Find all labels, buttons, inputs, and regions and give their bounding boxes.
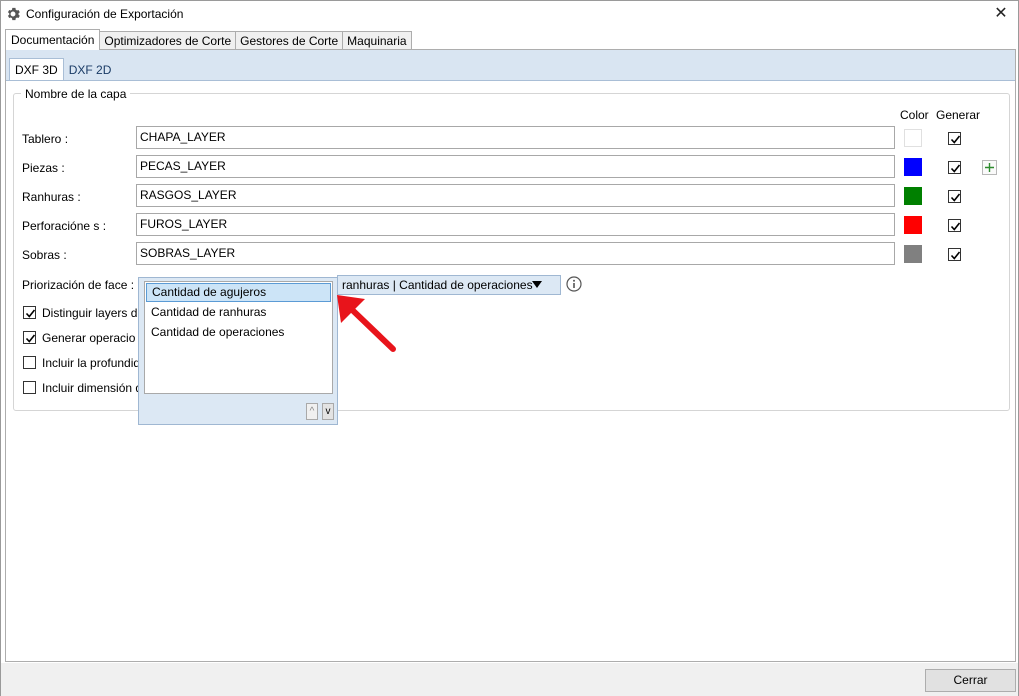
ranhuras-generar-checkbox[interactable] xyxy=(948,190,961,203)
ranhuras-layer-input[interactable]: RASGOS_LAYER xyxy=(136,184,895,207)
check-icon xyxy=(25,334,36,343)
export-config-window: Configuración de Exportación ✕ Documenta… xyxy=(0,0,1019,696)
gear-icon xyxy=(7,7,20,21)
option-distinguir-checkbox[interactable] xyxy=(23,306,36,319)
tablero-color-swatch[interactable] xyxy=(904,129,922,147)
tab-dxf-3d[interactable]: DXF 3D xyxy=(9,58,64,80)
sobras-color-swatch[interactable] xyxy=(904,245,922,263)
perforaciones-label: Perforacióne s : xyxy=(22,219,107,233)
check-icon xyxy=(950,222,961,231)
dropdown-arrow-icon xyxy=(532,281,542,288)
add-layer-button[interactable] xyxy=(982,160,997,175)
check-icon xyxy=(950,164,961,173)
move-down-button[interactable]: v xyxy=(322,403,334,420)
priorizacion-label: Priorización de face : xyxy=(22,278,135,292)
option-generar-label: Generar operacio xyxy=(42,331,136,345)
option-generar-checkbox[interactable] xyxy=(23,331,36,344)
tablero-generar-checkbox[interactable] xyxy=(948,132,961,145)
priorizacion-dropdown-popup: Cantidad de agujeros Cantidad de ranhura… xyxy=(138,277,338,425)
main-tabs: Documentación Optimizadores de Corte Ges… xyxy=(5,29,412,50)
tablero-label: Tablero : xyxy=(22,132,69,146)
sobras-layer-input[interactable]: SOBRAS_LAYER xyxy=(136,242,895,265)
group-legend: Nombre de la capa xyxy=(21,87,131,101)
check-icon xyxy=(950,251,961,260)
dropdown-item-agujeros[interactable]: Cantidad de agujeros xyxy=(146,283,331,302)
red-arrow-icon xyxy=(337,295,396,352)
perforaciones-generar-checkbox[interactable] xyxy=(948,219,961,232)
subtabs-strip: DXF 3D DXF 2D xyxy=(6,50,1015,80)
sobras-label: Sobras : xyxy=(22,248,67,262)
generar-column-header: Generar xyxy=(936,108,981,122)
move-up-button[interactable]: ^ xyxy=(306,403,318,420)
subtabs: DXF 3D DXF 2D xyxy=(9,58,116,80)
tab-maquinaria[interactable]: Maquinaria xyxy=(342,31,412,50)
tab-optimizadores[interactable]: Optimizadores de Corte xyxy=(99,31,237,50)
title-bar: Configuración de Exportación ✕ xyxy=(1,1,1018,28)
check-icon xyxy=(25,309,36,318)
option-profundidad-checkbox[interactable] xyxy=(23,356,36,369)
sobras-generar-checkbox[interactable] xyxy=(948,248,961,261)
check-icon xyxy=(950,135,961,144)
option-dimension-checkbox[interactable] xyxy=(23,381,36,394)
info-icon[interactable] xyxy=(566,276,582,292)
perforaciones-color-swatch[interactable] xyxy=(904,216,922,234)
perforaciones-layer-input[interactable]: FUROS_LAYER xyxy=(136,213,895,236)
tab-documentacion[interactable]: Documentación xyxy=(5,29,101,50)
piezas-layer-input[interactable]: PECAS_LAYER xyxy=(136,155,895,178)
option-dimension-label: Incluir dimensión d xyxy=(42,381,143,395)
ranhuras-color-swatch[interactable] xyxy=(904,187,922,205)
footer-bar xyxy=(1,663,1018,696)
window-title: Configuración de Exportación xyxy=(26,7,184,21)
cerrar-button[interactable]: Cerrar xyxy=(925,669,1016,692)
check-icon xyxy=(950,193,961,202)
ranhuras-label: Ranhuras : xyxy=(22,190,81,204)
plus-icon xyxy=(985,163,994,172)
color-column-header: Color xyxy=(900,108,929,122)
dropdown-item-operaciones[interactable]: Cantidad de operaciones xyxy=(145,323,332,343)
piezas-generar-checkbox[interactable] xyxy=(948,161,961,174)
option-distinguir-label: Distinguir layers d xyxy=(42,306,138,320)
close-icon[interactable]: ✕ xyxy=(988,3,1014,25)
dropdown-list: Cantidad de agujeros Cantidad de ranhura… xyxy=(144,281,333,394)
piezas-label: Piezas : xyxy=(22,161,65,175)
dropdown-item-ranhuras[interactable]: Cantidad de ranhuras xyxy=(145,303,332,323)
piezas-color-swatch[interactable] xyxy=(904,158,922,176)
tab-dxf-2d[interactable]: DXF 2D xyxy=(64,60,117,80)
option-profundidad-label: Incluir la profundid xyxy=(42,356,141,370)
tablero-layer-input[interactable]: CHAPA_LAYER xyxy=(136,126,895,149)
tab-gestores[interactable]: Gestores de Corte xyxy=(235,31,344,50)
